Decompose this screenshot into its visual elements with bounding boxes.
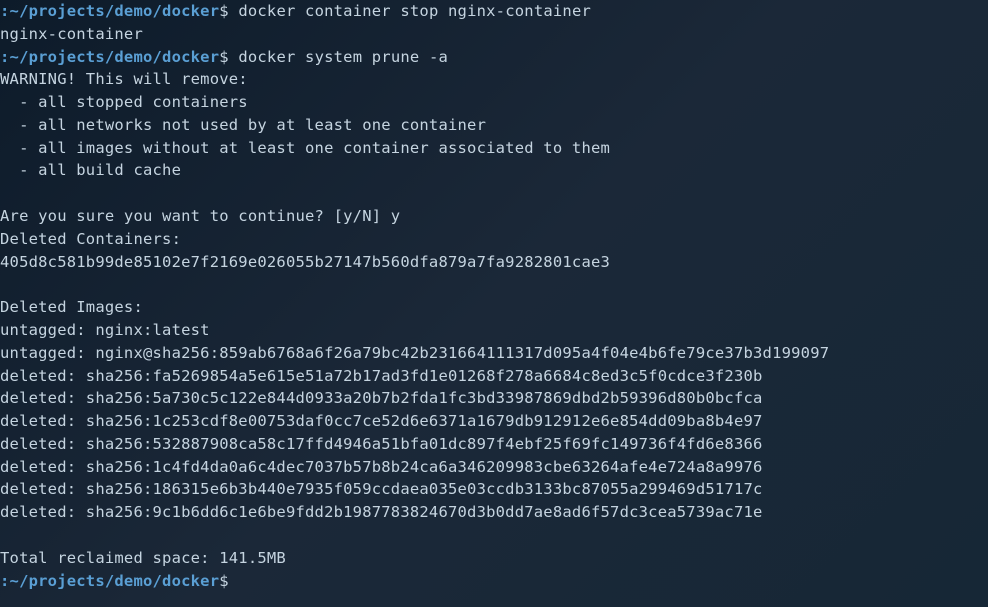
output-line: 405d8c581b99de85102e7f2169e026055b27147b… — [0, 251, 988, 274]
prompt-dollar: $ — [219, 48, 229, 66]
output-line: deleted: sha256:1c253cdf8e00753daf0cc7ce… — [0, 410, 988, 433]
output-line — [0, 524, 988, 547]
output-line: deleted: sha256:532887908ca58c17ffd4946a… — [0, 433, 988, 456]
output-line: - all images without at least one contai… — [0, 137, 988, 160]
prompt-line-1: :~/projects/demo/docker$ docker containe… — [0, 0, 988, 23]
command-input[interactable] — [229, 570, 239, 593]
prompt-line-2: :~/projects/demo/docker$ docker system p… — [0, 46, 988, 69]
prompt-colon: : — [0, 48, 10, 66]
command-text: docker system prune -a — [229, 48, 448, 66]
output-line: untagged: nginx@sha256:859ab6768a6f26a79… — [0, 342, 988, 365]
output-line: Deleted Containers: — [0, 228, 988, 251]
output-line — [0, 273, 988, 296]
output-line: untagged: nginx:latest — [0, 319, 988, 342]
prompt-colon: : — [0, 2, 10, 20]
output-line — [0, 182, 988, 205]
prompt-path: ~/projects/demo/docker — [10, 572, 220, 590]
prompt-path: ~/projects/demo/docker — [10, 48, 220, 66]
output-line: deleted: sha256:fa5269854a5e615e51a72b17… — [0, 365, 988, 388]
output-line: Are you sure you want to continue? [y/N]… — [0, 205, 988, 228]
terminal-window[interactable]: :~/projects/demo/docker$ docker containe… — [0, 0, 988, 592]
command-text: docker container stop nginx-container — [229, 2, 591, 20]
output-line: - all networks not used by at least one … — [0, 114, 988, 137]
output-line: deleted: sha256:5a730c5c122e844d0933a20b… — [0, 387, 988, 410]
output-line: Deleted Images: — [0, 296, 988, 319]
output-line: deleted: sha256:186315e6b3b440e7935f059c… — [0, 478, 988, 501]
prompt-line-3[interactable]: :~/projects/demo/docker$ — [0, 570, 988, 593]
prompt-dollar: $ — [219, 2, 229, 20]
prompt-dollar: $ — [219, 572, 229, 590]
output-line: nginx-container — [0, 23, 988, 46]
output-line: deleted: sha256:1c4fd4da0a6c4dec7037b57b… — [0, 456, 988, 479]
output-line: - all build cache — [0, 159, 988, 182]
prompt-path: ~/projects/demo/docker — [10, 2, 220, 20]
output-line: Total reclaimed space: 141.5MB — [0, 547, 988, 570]
prompt-colon: : — [0, 572, 10, 590]
output-line: deleted: sha256:9c1b6dd6c1e6be9fdd2b1987… — [0, 501, 988, 524]
output-line: - all stopped containers — [0, 91, 988, 114]
output-line: WARNING! This will remove: — [0, 68, 988, 91]
